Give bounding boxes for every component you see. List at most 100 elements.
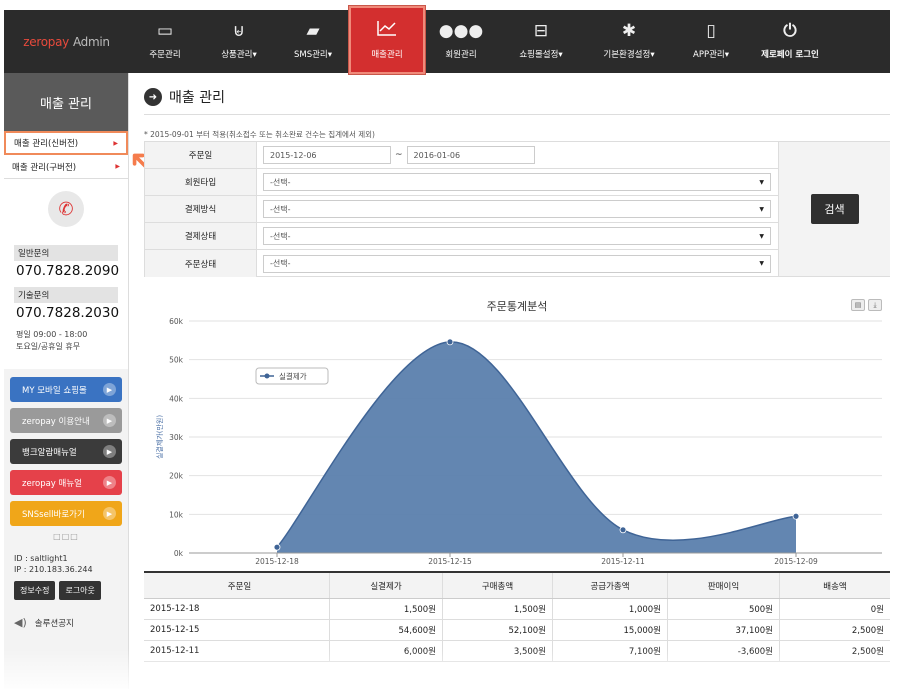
filter-row-member: 회원타입 -선택- ▼ — [145, 169, 778, 196]
table-cell: 500원 — [668, 599, 780, 619]
nav-item-members[interactable]: ●●● 회원관리 — [425, 10, 497, 73]
table-cell: 37,100원 — [668, 620, 780, 640]
contact-number: 070.7828.2090 — [16, 263, 120, 279]
y-tick-label: 0k — [174, 549, 184, 558]
date-from-input[interactable]: 2015-12-06 — [263, 146, 391, 164]
nav-item-orders[interactable]: ▭ 주문관리 — [129, 10, 201, 73]
nav-label: 쇼핑몰설정▾ — [519, 50, 563, 60]
carousel-dots[interactable]: □□□ — [4, 532, 128, 541]
chat-icon: ▰ — [306, 21, 320, 41]
arrow-right-icon: ▶ — [103, 414, 116, 427]
speaker-icon: ◀) — [14, 616, 27, 629]
phone-icon: ✆ — [48, 191, 84, 227]
arrow-right-icon: ▶ — [103, 383, 116, 396]
notice-label: 솔루션공지 — [34, 618, 74, 629]
contact-label: 기술문의 — [14, 287, 118, 303]
order-status-select[interactable]: -선택- ▼ — [263, 254, 771, 273]
user-id: ID : saltlight1 — [14, 554, 68, 563]
nav-item-login[interactable]: ⏻ 제로페이 로그인 — [749, 10, 831, 73]
filter-label: 주문일 — [145, 142, 257, 168]
nav-label: 주문관리 — [149, 50, 181, 60]
chart-line-icon — [377, 20, 397, 40]
nav-label: 상품관리▾ — [221, 50, 257, 60]
page-header: ➜ 매출 관리 — [144, 87, 225, 107]
y-tick-label: 40k — [169, 394, 184, 403]
sidebar-item-sales-old[interactable]: 매출 관리(구버전) ▶ — [4, 155, 128, 179]
nav-label: APP관리▾ — [693, 50, 729, 60]
cart-icon: ⊟ — [533, 21, 549, 41]
x-tick-label: 2015-12-09 — [774, 557, 818, 566]
y-tick-label: 10k — [169, 510, 184, 519]
filter-label: 결제방식 — [145, 196, 257, 222]
quick-links: MY 모바일 쇼핑몰 ▶ zeropay 이용안내 ▶ 뱅크알람매뉴얼 ▶ zerop… — [4, 369, 128, 526]
nav-item-app[interactable]: ▯ APP관리▾ — [673, 10, 749, 73]
filter-row-date: 주문일 2015-12-06 ~ 2016-01-06 — [145, 142, 778, 169]
gear-icon: ✱ — [621, 21, 637, 41]
quick-link-snssell[interactable]: SNSsell바로가기 ▶ — [10, 501, 122, 526]
nav-item-env-settings[interactable]: ✱ 기본환경설정▾ — [585, 10, 673, 73]
quick-link-label: zeropay 매뉴얼 — [22, 478, 82, 489]
table-cell: 2,500원 — [851, 647, 884, 657]
sales-chart: 주문통계분석 0k 10k 20k 30k 40k 50k 60k 실결제가(만원) 2015-1… — [144, 289, 890, 569]
logout-button[interactable]: 로그아웃 — [59, 581, 101, 600]
nav-label: 제로페이 로그인 — [761, 50, 819, 60]
quick-link-label: zeropay 이용안내 — [22, 416, 90, 427]
quick-link-mobile-shop[interactable]: MY 모바일 쇼핑몰 ▶ — [10, 377, 122, 402]
download-icon[interactable]: ⤓ — [868, 299, 882, 311]
policy-notice: * 2015-09-01 부터 적용(취소접수 또는 취소완료 건수는 집계에서… — [144, 130, 375, 139]
table-cell: 1,500원 — [443, 599, 553, 619]
nav-label: 회원관리 — [445, 50, 477, 60]
logo-brand: zeropay — [23, 34, 69, 49]
table-row[interactable]: 2015-12-11 6,000원 3,500원 7,100원 -3,600원 … — [144, 641, 890, 662]
quick-link-guide[interactable]: zeropay 이용안내 ▶ — [10, 408, 122, 433]
user-info: ID : saltlight1 IP : 210.183.36.244 — [4, 545, 128, 575]
table-row[interactable]: 2015-12-15 54,600원 52,100원 15,000원 37,10… — [144, 620, 890, 641]
column-header: 판매이익 — [668, 573, 780, 598]
contact-number: 070.7828.2030 — [16, 305, 120, 321]
quick-link-manual[interactable]: zeropay 매뉴얼 ▶ — [10, 470, 122, 495]
y-tick-label: 60k — [169, 317, 184, 326]
table-row[interactable]: 2015-12-18 1,500원 1,500원 1,000원 500원 0원 — [144, 599, 890, 620]
column-header: 실결제가 — [330, 573, 443, 598]
nav-item-shop-settings[interactable]: ⊟ 쇼핑몰설정▾ — [497, 10, 585, 73]
search-button[interactable]: 검색 — [810, 194, 859, 224]
print-icon[interactable]: ▤ — [851, 299, 865, 311]
tablet-icon: ▯ — [706, 21, 716, 41]
hours-weekday: 평일 09:00 - 18:00 — [16, 330, 88, 339]
monitor-icon: ▭ — [156, 21, 174, 41]
nav-item-products[interactable]: ⊌ 상품관리▾ — [201, 10, 277, 73]
payment-method-select[interactable]: -선택- ▼ — [263, 200, 771, 218]
nav-label: 매출관리 — [371, 50, 403, 60]
chart-svg: 주문통계분석 0k 10k 20k 30k 40k 50k 60k 실결제가(만원) 2015-1… — [155, 300, 882, 566]
quick-link-label: MY 모바일 쇼핑몰 — [22, 385, 87, 396]
app-logo[interactable]: zeropay Admin — [4, 10, 129, 73]
data-point — [273, 543, 281, 551]
quick-link-bank-alarm[interactable]: 뱅크알람매뉴얼 ▶ — [10, 439, 122, 464]
table-cell: 7,100원 — [553, 641, 668, 661]
sidebar-item-sales-new[interactable]: 매출 관리(신버전) ▶ — [4, 131, 128, 155]
x-tick-label: 2015-12-15 — [428, 557, 472, 566]
payment-status-select[interactable]: -선택- ▼ — [263, 227, 771, 245]
sidebar-item-label: 매출 관리(신버전) — [14, 139, 79, 149]
filter-row-orderstatus: 주문상태 -선택- ▼ — [145, 250, 778, 277]
nav-item-sales[interactable]: 매출관리 — [349, 6, 425, 74]
power-icon: ⏻ — [783, 21, 797, 41]
chevron-right-icon: ▶ — [113, 139, 118, 147]
chart-title: 주문통계분석 — [487, 300, 548, 313]
divider — [144, 114, 890, 115]
sidebar-title: 매출 관리 — [4, 73, 128, 131]
table-cell: 3,500원 — [443, 641, 553, 661]
main-nav: ▭ 주문관리 ⊌ 상품관리▾ ▰ SMS관리▾ 매출관리 ●●● 회원관리 ⊟ … — [129, 6, 831, 74]
member-type-select[interactable]: -선택- ▼ — [263, 173, 771, 191]
legend-label: 실결제가 — [279, 371, 307, 381]
legend-marker — [264, 373, 270, 379]
edit-info-button[interactable]: 정보수정 — [14, 581, 56, 600]
logo-suffix: Admin — [72, 34, 110, 49]
solution-notice[interactable]: ◀) 솔루션공지 — [4, 610, 128, 635]
basket-icon: ⊌ — [232, 21, 246, 41]
select-value: -선택- — [270, 231, 291, 241]
nav-item-sms[interactable]: ▰ SMS관리▾ — [277, 10, 349, 73]
date-to-input[interactable]: 2016-01-06 — [406, 146, 535, 164]
series-area — [277, 341, 796, 553]
table-cell: 54,600원 — [330, 620, 443, 640]
